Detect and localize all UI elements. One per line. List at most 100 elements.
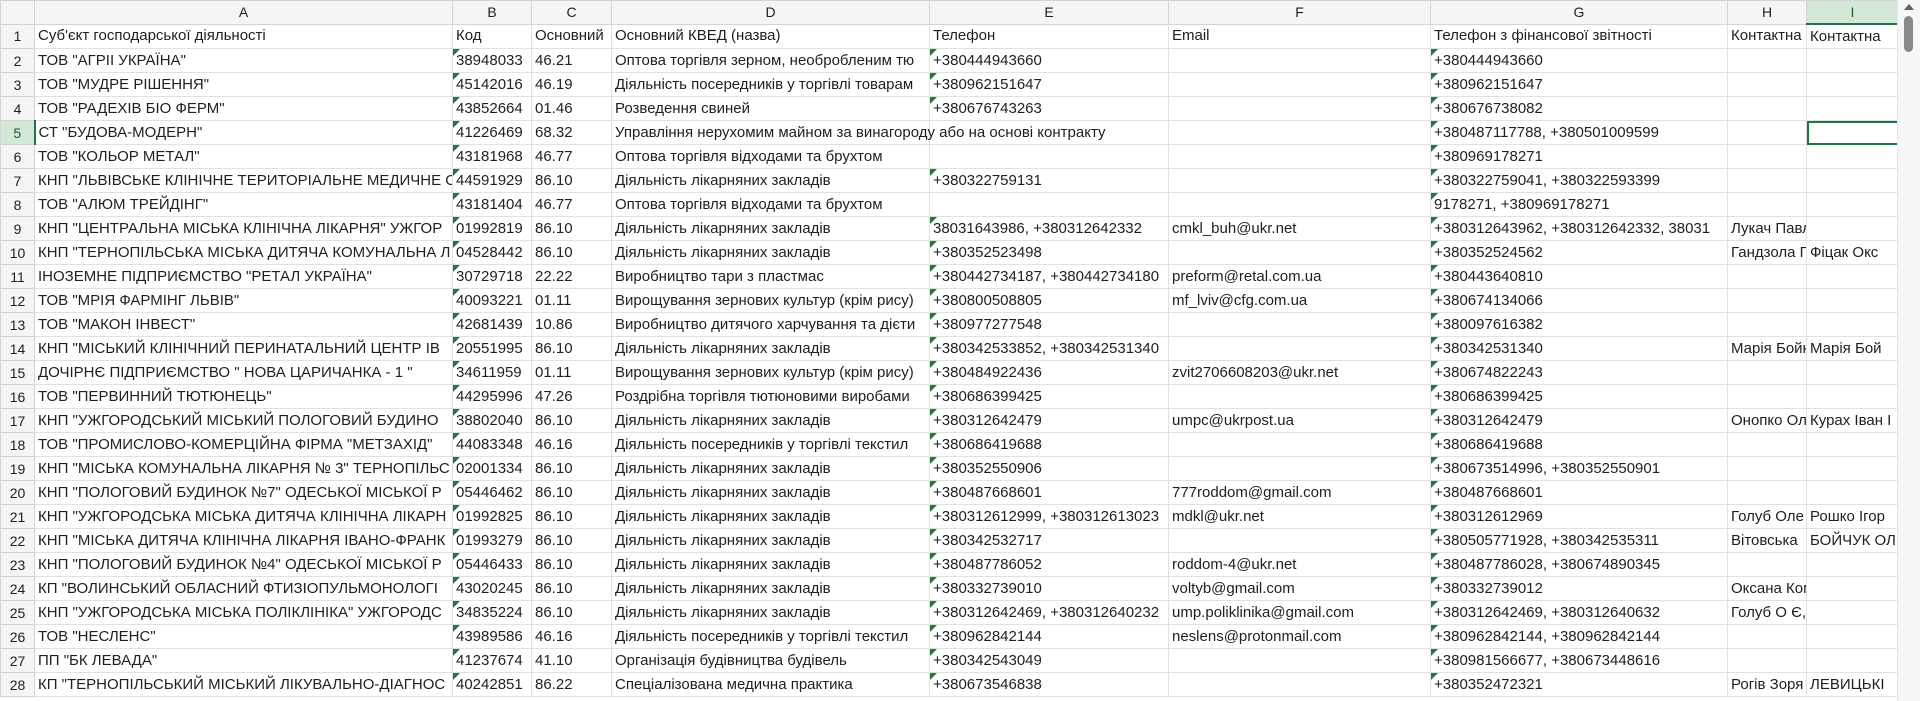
cell-report-phone[interactable]: +380969178271 <box>1430 144 1728 169</box>
cell-code[interactable]: 34835224 <box>452 600 532 625</box>
row-header[interactable]: 24 <box>0 576 35 601</box>
cell-contact-1[interactable] <box>1727 384 1807 409</box>
cell-report-phone[interactable]: +380332739012 <box>1430 576 1728 601</box>
cell-kved-name[interactable]: Діяльність лікарняних закладів <box>611 600 930 625</box>
cell-company[interactable]: КНП "ЛЬВІВСЬКЕ КЛІНІЧНЕ ТЕРИТОРІАЛЬНЕ МЕ… <box>34 168 453 193</box>
cell-kved-name[interactable]: Діяльність лікарняних закладів <box>611 408 930 433</box>
cell-email[interactable] <box>1168 672 1431 697</box>
cell-kved-code[interactable]: 41.10 <box>531 648 612 673</box>
column-header-a[interactable]: A <box>34 0 453 25</box>
cell-contact-2[interactable] <box>1806 72 1898 97</box>
cell-email[interactable] <box>1168 144 1431 169</box>
cell-code[interactable]: 43852664 <box>452 96 532 121</box>
cell-contact-2[interactable] <box>1806 192 1898 217</box>
cell-report-phone[interactable]: +380962151647 <box>1430 72 1728 97</box>
cell-report-phone[interactable]: +380342531340 <box>1430 336 1728 361</box>
cell-code[interactable]: 30729718 <box>452 264 532 289</box>
cell-report-phone[interactable]: +380981566677, +380673448616 <box>1430 648 1728 673</box>
cell-phone[interactable]: +380487786052 <box>929 552 1169 577</box>
cell-kved-name[interactable]: Оптова торгівля відходами та брухтом <box>611 144 930 169</box>
spreadsheet-grid[interactable]: A B C D E F G H I 1 Суб'єкт господарської… <box>0 0 1898 701</box>
cell-contact-2[interactable] <box>1806 168 1898 193</box>
cell-kved-name[interactable]: Оптова торгівля відходами та брухтом <box>611 192 930 217</box>
cell-code[interactable]: 43989586 <box>452 624 532 649</box>
cell-report-phone[interactable]: +380312643962, +380312642332, 38031 <box>1430 216 1728 241</box>
cell-company[interactable]: ТОВ "ПЕРВИННИЙ ТЮТЮНЕЦЬ" <box>34 384 453 409</box>
cell-code[interactable]: 34611959 <box>452 360 532 385</box>
cell-company[interactable]: СТ "БУДОВА-МОДЕРН" <box>34 120 453 145</box>
row-header[interactable]: 4 <box>0 96 35 121</box>
cell-kved-code[interactable]: 86.10 <box>531 528 612 553</box>
cell-company[interactable]: ТОВ "МРІЯ ФАРМІНГ ЛЬВІВ" <box>34 288 453 313</box>
vertical-scrollbar[interactable] <box>1897 0 1920 701</box>
cell-contact-2[interactable] <box>1806 120 1898 145</box>
cell-kved-code[interactable]: 86.10 <box>531 576 612 601</box>
row-header[interactable]: 1 <box>0 23 35 49</box>
cell-contact-2[interactable] <box>1806 432 1898 457</box>
cell-code[interactable]: 38802040 <box>452 408 532 433</box>
cell-kved-name[interactable]: Оптова торгівля зерном, необробленим тю <box>611 48 930 73</box>
cell-kved-code[interactable]: 47.26 <box>531 384 612 409</box>
cell-company[interactable]: ТОВ "РАДЕХІВ БІО ФЕРМ" <box>34 96 453 121</box>
cell-report-phone[interactable]: +380505771928, +380342535311 <box>1430 528 1728 553</box>
cell-code[interactable]: 41226469 <box>452 120 532 145</box>
cell-contact-1[interactable] <box>1727 432 1807 457</box>
cell-company[interactable]: ТОВ "АГРІІ УКРАЇНА" <box>34 48 453 73</box>
cell-company[interactable]: КП "ВОЛИНСЬКИЙ ОБЛАСНИЙ ФТИЗІОПУЛЬМОНОЛО… <box>34 576 453 601</box>
cell-code[interactable]: Код <box>452 23 532 49</box>
cell-contact-2[interactable]: Фіцак Окс <box>1806 240 1898 265</box>
cell-phone[interactable]: +380342532717 <box>929 528 1169 553</box>
cell-email[interactable]: ump.poliklinika@gmail.com <box>1168 600 1431 625</box>
row-header[interactable]: 17 <box>0 408 35 433</box>
cell-report-phone[interactable]: +380487786028, +380674890345 <box>1430 552 1728 577</box>
cell-company[interactable]: КНП "УЖГОРОДСЬКИЙ МІСЬКИЙ ПОЛОГОВИЙ БУДИ… <box>34 408 453 433</box>
cell-company[interactable]: КНП "ПОЛОГОВИЙ БУДИНОК №7" ОДЕСЬКОЇ МІСЬ… <box>34 480 453 505</box>
cell-email[interactable] <box>1168 456 1431 481</box>
cell-company[interactable]: ТОВ "МАКОН ІНВЕСТ" <box>34 312 453 337</box>
row-header[interactable]: 23 <box>0 552 35 577</box>
cell-contact-2[interactable] <box>1806 456 1898 481</box>
cell-contact-2[interactable] <box>1806 144 1898 169</box>
cell-contact-2[interactable]: БОЙЧУК ОЛ <box>1806 528 1898 553</box>
cell-kved-name[interactable]: Вирощування зернових культур (крім рису) <box>611 288 930 313</box>
cell-code[interactable]: 05446433 <box>452 552 532 577</box>
cell-kved-code[interactable]: 01.11 <box>531 288 612 313</box>
cell-code[interactable]: 43181404 <box>452 192 532 217</box>
cell-code[interactable]: 44083348 <box>452 432 532 457</box>
cell-email[interactable]: neslens@protonmail.com <box>1168 624 1431 649</box>
row-header[interactable]: 3 <box>0 72 35 97</box>
cell-phone[interactable]: 38031643986, +380312642332 <box>929 216 1169 241</box>
cell-phone[interactable]: +380444943660 <box>929 48 1169 73</box>
cell-report-phone[interactable]: +380487668601 <box>1430 480 1728 505</box>
row-header[interactable]: 20 <box>0 480 35 505</box>
cell-kved-name[interactable]: Виробництво тари з пластмас <box>611 264 930 289</box>
cell-contact-1[interactable] <box>1727 288 1807 313</box>
column-header-i[interactable]: I <box>1806 0 1898 25</box>
cell-contact-2[interactable]: Марія Бой <box>1806 336 1898 361</box>
cell-kved-code[interactable]: 46.19 <box>531 72 612 97</box>
cell-phone[interactable]: +380312642479 <box>929 408 1169 433</box>
cell-email[interactable] <box>1168 48 1431 73</box>
cell-contact-1[interactable] <box>1727 144 1807 169</box>
cell-phone[interactable] <box>929 144 1169 169</box>
cell-contact-1[interactable]: Лукач Павло Михайлович <box>1727 216 1807 241</box>
cell-email[interactable] <box>1168 384 1431 409</box>
cell-report-phone[interactable]: Телефон з фінансової звітності <box>1430 23 1728 49</box>
cell-kved-name[interactable]: Управління нерухомим майном за винагород… <box>611 120 1106 145</box>
cell-kved-code[interactable]: 01.11 <box>531 360 612 385</box>
cell-contact-1[interactable] <box>1727 96 1807 121</box>
column-header-c[interactable]: C <box>531 0 612 25</box>
cell-kved-name[interactable]: Діяльність лікарняних закладів <box>611 336 930 361</box>
cell-kved-code[interactable]: 86.10 <box>531 504 612 529</box>
cell-kved-name[interactable]: Діяльність лікарняних закладів <box>611 552 930 577</box>
cell-phone[interactable]: +380962151647 <box>929 72 1169 97</box>
cell-report-phone[interactable]: +380352524562 <box>1430 240 1728 265</box>
cell-contact-1[interactable]: Вітовська <box>1727 528 1807 553</box>
cell-report-phone[interactable]: +380686419688 <box>1430 432 1728 457</box>
cell-report-phone[interactable]: +380674134066 <box>1430 288 1728 313</box>
cell-report-phone[interactable]: +380444943660 <box>1430 48 1728 73</box>
cell-code[interactable]: 44591929 <box>452 168 532 193</box>
cell-code[interactable]: 02001334 <box>452 456 532 481</box>
cell-contact-1[interactable] <box>1727 168 1807 193</box>
cell-kved-name[interactable]: Розведення свиней <box>611 96 930 121</box>
